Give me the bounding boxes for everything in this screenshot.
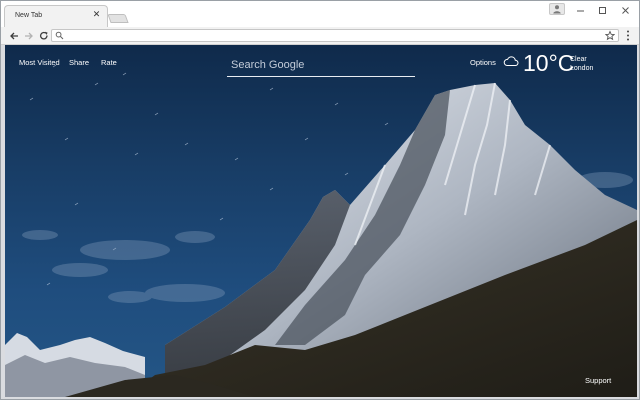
profile-button[interactable] <box>549 3 565 15</box>
address-bar[interactable] <box>51 29 619 42</box>
new-tab-button[interactable] <box>107 14 129 23</box>
close-icon <box>621 6 629 14</box>
reload-icon <box>39 31 48 39</box>
browser-menu-button[interactable] <box>621 29 634 42</box>
maximize-button[interactable] <box>591 1 613 19</box>
minimize-icon <box>576 10 584 11</box>
maximize-icon <box>598 6 606 14</box>
weather-description: Clear London <box>570 55 593 73</box>
cloud-icon <box>503 56 519 66</box>
close-icon[interactable]: ✕ <box>91 9 102 20</box>
weather-location: London <box>570 65 594 72</box>
new-tab-page: Most Visited Share Rate Options 10°C Cle… <box>5 45 637 397</box>
arrow-right-icon <box>24 32 33 39</box>
search-icon <box>55 31 64 40</box>
most-visited-link[interactable]: Most Visited <box>19 58 60 67</box>
weather-condition: Clear <box>570 56 587 63</box>
share-link[interactable]: Share <box>69 58 89 67</box>
window-close-button[interactable] <box>614 1 636 19</box>
search-box <box>227 53 415 77</box>
back-button[interactable] <box>7 29 20 42</box>
mountain-background <box>5 64 637 397</box>
tab-new-tab[interactable]: New Tab ✕ <box>4 5 108 27</box>
rate-link[interactable]: Rate <box>101 58 117 67</box>
toolbar <box>1 27 639 45</box>
star-icon[interactable] <box>605 30 615 41</box>
tab-strip: New Tab ✕ <box>1 1 639 27</box>
weather-temperature: 10°C <box>523 51 574 75</box>
person-icon <box>553 5 561 14</box>
forward-button[interactable] <box>22 29 35 42</box>
kebab-menu-icon <box>626 30 629 41</box>
temperature-value: 10 <box>523 50 549 76</box>
arrow-left-icon <box>9 32 18 39</box>
minimize-button[interactable] <box>569 1 591 19</box>
support-link[interactable]: Support <box>585 376 611 385</box>
reload-button[interactable] <box>37 29 50 42</box>
search-input[interactable] <box>227 56 415 74</box>
browser-window: New Tab ✕ Most Visited Share Rate Search… <box>0 0 640 400</box>
options-link[interactable]: Options <box>470 58 496 67</box>
tab-title: New Tab <box>15 12 43 19</box>
